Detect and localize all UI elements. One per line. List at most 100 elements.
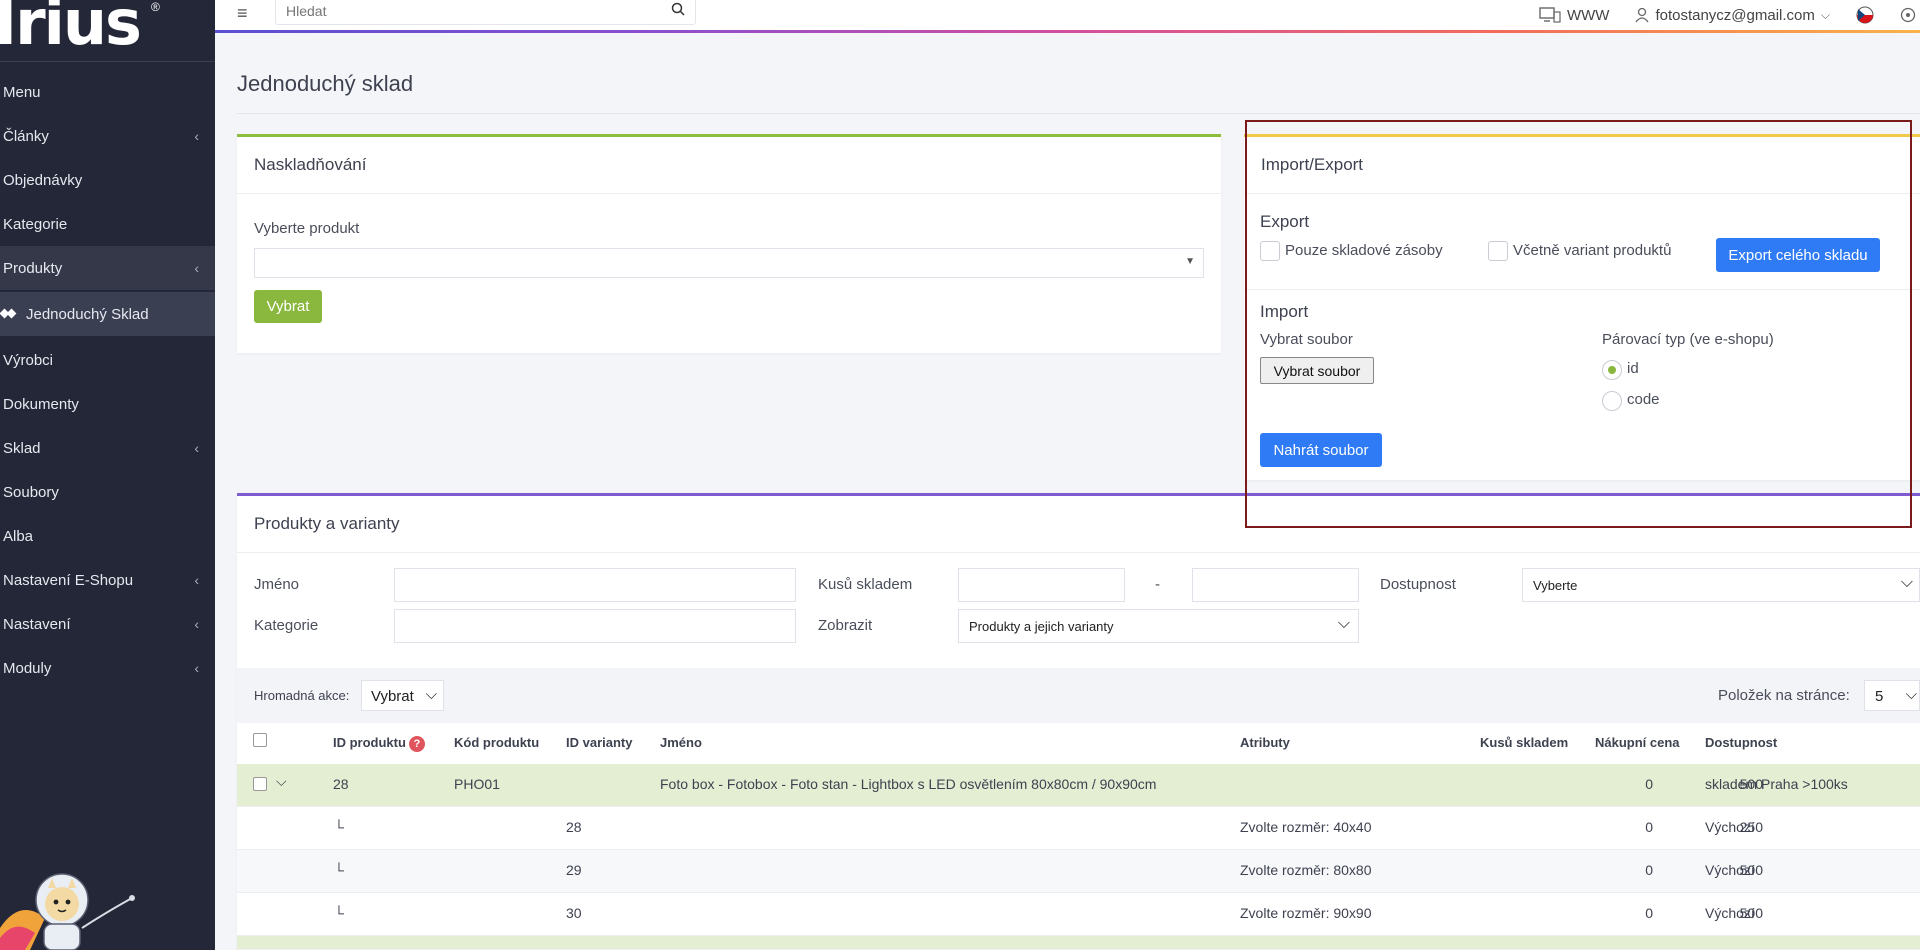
table-row[interactable]: └ 29 Zvolte rozměr: 80x80 0 500 Výchozí (237, 850, 1920, 893)
col-attributes[interactable]: Atributy (1240, 735, 1290, 750)
sidebar-item-clanky[interactable]: Články ‹ (0, 114, 215, 158)
sidebar-item-jednoduchy-sklad[interactable]: Jednoduchý Sklad (0, 292, 215, 336)
cell-stock: 0 (1645, 905, 1653, 921)
stock-min-input[interactable] (958, 568, 1125, 602)
sidebar-item-label: Články (3, 128, 49, 145)
sidebar-item-sklad[interactable]: Sklad ‹ (0, 426, 215, 470)
sidebar-item-soubory[interactable]: Soubory (0, 470, 215, 514)
sidebar-nav: Menu Články ‹ Objednávky Kategorie Produkty ‹ J… (0, 62, 215, 690)
table-row[interactable]: ⌵ 28 PHO01 Foto box - Fotobox - Foto sta… (237, 764, 1920, 807)
sidebar-item-text: Menu (3, 83, 41, 101)
col-availability[interactable]: Dostupnost (1705, 735, 1777, 750)
expand-chevron-icon[interactable]: ⌵ (276, 773, 287, 790)
user-menu[interactable]: fotostanycz@gmail.com ⌵ (1635, 7, 1830, 24)
show-filter-select[interactable]: Produkty a jejich varianty ⌵ (958, 609, 1359, 643)
search-input[interactable] (276, 0, 656, 23)
col-stock[interactable]: Kusů skladem (1480, 735, 1568, 750)
row-checkbox[interactable] (253, 777, 267, 791)
settings-shortcut[interactable] (1900, 7, 1916, 23)
col-variant-id[interactable]: ID varianty (566, 735, 632, 750)
cell-product-id: 28 (333, 776, 349, 792)
col-name[interactable]: Jméno (660, 735, 702, 750)
sidebar-item-label: Výrobci (3, 352, 53, 369)
include-variants-label: Včetně variant produktů (1513, 242, 1672, 259)
pairing-option-code: code (1627, 391, 1660, 408)
sidebar-item-nastaveni-e-shopu[interactable]: Nastavení E-Shopu ‹ (0, 558, 215, 602)
power-icon (1900, 7, 1916, 23)
sidebar-item-dokumenty[interactable]: Dokumenty (0, 382, 215, 426)
pairing-radio-code[interactable] (1602, 391, 1622, 411)
table-row[interactable] (237, 936, 1920, 950)
pairing-option-id: id (1627, 360, 1639, 377)
sidebar-item-label: Sklad (3, 440, 41, 457)
cell-name[interactable]: Foto box - Fotobox - Foto stan - Lightbo… (660, 776, 1156, 792)
col-product-code[interactable]: Kód produktu (454, 735, 539, 750)
select-product-button[interactable]: Vybrat (254, 290, 322, 323)
export-all-button[interactable]: Export celého skladu (1716, 238, 1880, 272)
sidebar-item-vyrobci[interactable]: Výrobci (0, 338, 215, 382)
col-product-id-label: ID produktu (333, 735, 406, 750)
col-product-id[interactable]: ID produktu? (333, 735, 425, 752)
pairing-radio-id[interactable] (1602, 360, 1622, 380)
name-filter-input[interactable] (394, 568, 796, 602)
sidebar-item-label: Alba (3, 528, 33, 545)
choose-file-button[interactable]: Vybrat soubor (1260, 357, 1374, 384)
top-bar: ≡ WWW fotostanycz@gmail.com ⌵ (215, 0, 1920, 33)
select-all-checkbox[interactable] (253, 733, 267, 747)
chevron-down-icon: ⌵ (1905, 686, 1917, 703)
box-icon (0, 307, 16, 321)
availability-filter-select[interactable]: Vyberte ⌵ (1522, 568, 1920, 602)
table-row[interactable]: └ 30 Zvolte rozměr: 90x90 0 500 Výchozí (237, 893, 1920, 936)
upload-file-button[interactable]: Nahrát soubor (1260, 433, 1382, 467)
chevron-left-icon: ‹ (194, 128, 199, 144)
sidebar-item-text: Výrobci (3, 351, 54, 369)
cell-availability: Výchozí (1705, 862, 1755, 878)
language-switch[interactable] (1856, 6, 1874, 24)
sidebar-item-kategorie[interactable]: Kategorie (0, 202, 215, 246)
user-email: fotostanycz@gmail.com (1655, 6, 1815, 24)
sidebar-item-text: Nastavení (3, 615, 71, 633)
bulk-action-value: Vybrat (371, 688, 414, 705)
col-purchase-price[interactable]: Nákupní cena (1595, 735, 1680, 750)
sidebar-item-label: Nastavení (3, 616, 71, 633)
per-page-label: Položek na stránce: (1718, 687, 1850, 704)
cell-attributes: Zvolte rozměr: 90x90 (1240, 905, 1372, 921)
table-row[interactable]: └ 28 Zvolte rozměr: 40x40 0 250 Výchozí (237, 807, 1920, 850)
bulk-action-select[interactable]: Vybrat ⌵ (361, 680, 444, 711)
sidebar-item-text: Sklad (3, 439, 41, 457)
sidebar-item-objednavky[interactable]: Objednávky (0, 158, 215, 202)
stock-max-input[interactable] (1192, 568, 1359, 602)
import-heading: Import (1260, 302, 1309, 321)
search-icon[interactable] (671, 2, 685, 16)
www-link[interactable]: WWW (1539, 7, 1609, 24)
category-filter-label: Kategorie (254, 617, 319, 634)
product-select[interactable]: ▼ (254, 248, 1204, 278)
monitor-icon (1539, 7, 1561, 23)
cell-attributes: Zvolte rozměr: 80x80 (1240, 862, 1372, 878)
variant-marker: └ (334, 905, 344, 921)
show-filter-label: Zobrazit (818, 617, 873, 634)
logo-text: Irius (0, 0, 142, 59)
cell-product-code: PHO01 (454, 776, 500, 792)
category-filter-input[interactable] (394, 609, 796, 643)
name-filter-label: Jméno (254, 576, 300, 593)
stock-filter-label: Kusů skladem (818, 576, 913, 593)
cell-availability: Výchozí (1705, 905, 1755, 921)
sidebar-item-moduly[interactable]: Moduly ‹ (0, 646, 215, 690)
logo[interactable]: Irius ® (0, 0, 215, 62)
sidebar-item-produkty[interactable]: Produkty ‹ (0, 246, 215, 290)
logo-registered-mark: ® (151, 0, 160, 14)
sidebar-item-nastaveni[interactable]: Nastavení ‹ (0, 602, 215, 646)
sidebar-item-menu[interactable]: Menu (0, 70, 215, 114)
help-icon[interactable]: ? (408, 735, 425, 752)
only-stock-checkbox[interactable] (1260, 241, 1280, 261)
menu-toggle-icon[interactable]: ≡ (237, 3, 248, 24)
include-variants-checkbox[interactable] (1488, 241, 1508, 261)
cell-variant-id: 29 (566, 862, 582, 878)
chevron-left-icon: ‹ (194, 260, 199, 276)
sidebar-item-alba[interactable]: Alba (0, 514, 215, 558)
per-page-select[interactable]: 5 ⌵ (1864, 680, 1920, 711)
cell-attributes: Zvolte rozměr: 40x40 (1240, 819, 1372, 835)
product-select-label: Vyberte produkt (254, 220, 360, 237)
user-icon (1635, 7, 1649, 23)
